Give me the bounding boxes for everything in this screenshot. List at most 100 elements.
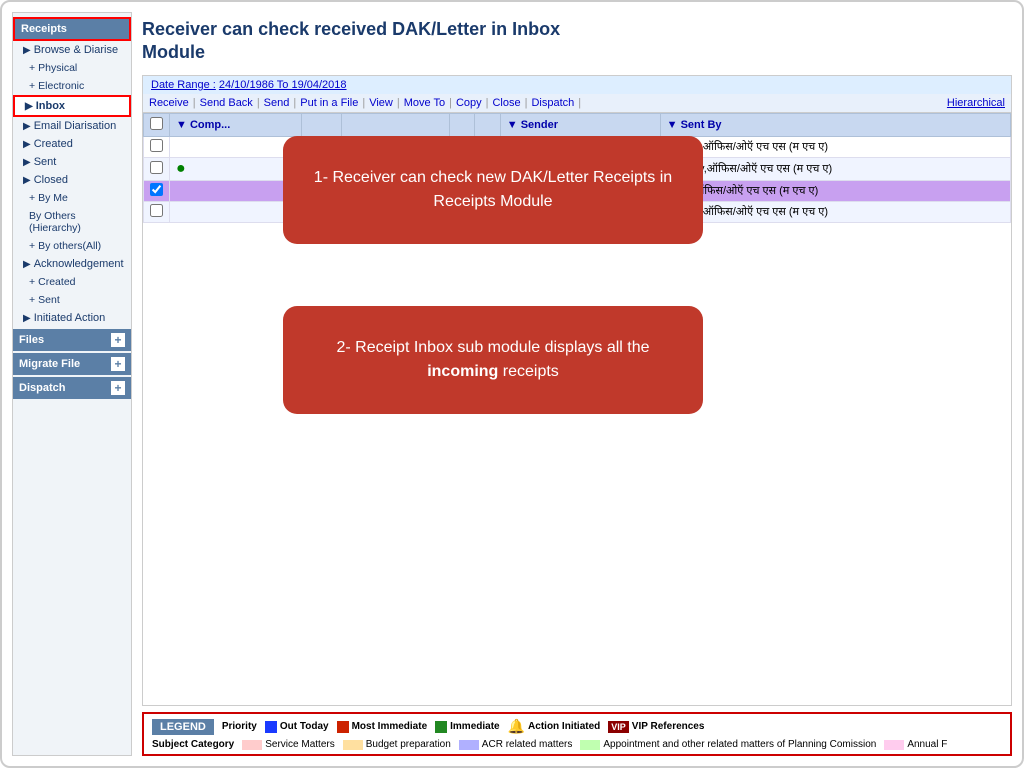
col-check[interactable]: [144, 113, 170, 136]
appointment-label: Appointment and other related matters of…: [603, 739, 876, 750]
inbox-arrow-icon: ▶: [25, 101, 33, 112]
out-today-color: [265, 721, 277, 733]
toolbar: Receive | Send Back | Send | Put in a Fi…: [143, 94, 1011, 113]
toolbar-dispatch[interactable]: Dispatch: [531, 97, 574, 109]
ack-sent-dot-icon: +: [29, 294, 35, 306]
row-sentby: bipin,ऑफिस/ओऍ एच एस (म एच ए): [660, 180, 1010, 201]
tooltip2-text-post: receipts: [503, 363, 559, 380]
row-checkbox[interactable]: [150, 161, 163, 174]
sidebar-dispatch-label: Dispatch: [19, 382, 65, 394]
sidebar-receipts-label: Receipts: [21, 23, 67, 35]
row-checkbox[interactable]: [150, 183, 163, 196]
col-comp[interactable]: ▼ Comp...: [170, 113, 302, 136]
sidebar-email-label: Email Diarisation: [34, 120, 117, 132]
budget-prep-color: [343, 740, 363, 750]
sidebar-item-sent[interactable]: ▶ Sent: [13, 153, 131, 171]
sidebar-item-ack-sent[interactable]: + Sent: [13, 291, 131, 309]
content-area: Receiver can check received DAK/Letter i…: [142, 12, 1012, 756]
electronic-dot-icon: +: [29, 80, 35, 92]
toolbar-putinfile[interactable]: Put in a File: [300, 97, 358, 109]
row-sentby: sanjeev,ऑफिस/ओऍ एच एस (म एच ए): [660, 157, 1010, 180]
col-sender[interactable]: ▼ Sender: [500, 113, 660, 136]
sidebar-dispatch-section[interactable]: Dispatch +: [13, 377, 131, 399]
sidebar: ▶ Receipts ▶ Browse & Diarise + Physical…: [12, 12, 132, 756]
legend-service-matters: Service Matters: [242, 739, 334, 750]
legend-acr-matters: ACR related matters: [459, 739, 573, 750]
sidebar-item-ack-created[interactable]: + Created: [13, 273, 131, 291]
service-matters-label: Service Matters: [265, 739, 334, 750]
out-today-label: Out Today: [280, 721, 329, 732]
row-checkbox[interactable]: [150, 139, 163, 152]
tooltip1-text: 1- Receiver can check new DAK/Letter Rec…: [314, 169, 672, 210]
select-all-checkbox[interactable]: [150, 117, 163, 130]
row-checkbox[interactable]: [150, 204, 163, 217]
legend-appointment: Appointment and other related matters of…: [580, 739, 876, 750]
sidebar-item-physical[interactable]: + Physical: [13, 59, 131, 77]
legend-row-2: Subject Category Service Matters Budget …: [152, 739, 1002, 750]
legend-label: LEGEND: [152, 719, 214, 735]
sidebar-item-browse[interactable]: ▶ Browse & Diarise: [13, 41, 131, 59]
legend-vip: VIP VIP References: [608, 721, 704, 733]
browse-arrow-icon: ▶: [23, 45, 31, 56]
immediate-color: [435, 721, 447, 733]
sidebar-browse-label: Browse & Diarise: [34, 44, 118, 56]
toolbar-hierarchical[interactable]: Hierarchical: [947, 97, 1005, 109]
sidebar-ack-created-label: Created: [38, 276, 75, 288]
sidebar-item-closed[interactable]: ▶ Closed: [13, 171, 131, 189]
toolbar-copy[interactable]: Copy: [456, 97, 482, 109]
date-range-value: 24/10/1986 To 19/04/2018: [219, 79, 347, 91]
tooltip-box-1: 1- Receiver can check new DAK/Letter Rec…: [283, 136, 703, 244]
byothers-label: By Others (Hierarchy): [29, 210, 125, 234]
col-sentby[interactable]: ▼ Sent By: [660, 113, 1010, 136]
most-immediate-color: [337, 721, 349, 733]
sidebar-item-electronic[interactable]: + Electronic: [13, 77, 131, 95]
sent-arrow-icon: ▶: [23, 157, 31, 168]
sidebar-item-email[interactable]: ▶ Email Diarisation: [13, 117, 131, 135]
legend-bar: LEGEND Priority Out Today Most Immediate…: [142, 712, 1012, 756]
row-sentby: bikram,ऑफिस/ओऍ एच एस (म एच ए): [660, 136, 1010, 157]
legend-budget-prep: Budget preparation: [343, 739, 451, 750]
toolbar-receive[interactable]: Receive: [149, 97, 189, 109]
row-comp: [170, 136, 302, 157]
date-range-label: Date Range :: [151, 79, 216, 91]
sidebar-item-created[interactable]: ▶ Created: [13, 135, 131, 153]
acr-matters-label: ACR related matters: [482, 739, 573, 750]
action-initiated-label: Action Initiated: [528, 721, 600, 732]
vip-legend-badge: VIP: [608, 721, 629, 733]
legend-out-today: Out Today: [265, 721, 329, 733]
sidebar-item-acknowledgement[interactable]: ▶ Acknowledgement: [13, 255, 131, 273]
legend-row-1: LEGEND Priority Out Today Most Immediate…: [152, 718, 1002, 735]
initiated-arrow-icon: ▶: [23, 313, 31, 324]
sidebar-files-section[interactable]: Files +: [13, 329, 131, 351]
col-num[interactable]: [341, 113, 449, 136]
sidebar-byothersall-label: By others(All): [38, 240, 101, 252]
ack-created-dot-icon: +: [29, 276, 35, 288]
sidebar-sent-label: Sent: [34, 156, 57, 168]
annual-label: Annual F: [907, 739, 947, 750]
appointment-color: [580, 740, 600, 750]
toolbar-view[interactable]: View: [369, 97, 393, 109]
row-comp: [170, 201, 302, 222]
toolbar-sendback[interactable]: Send Back: [200, 97, 253, 109]
sidebar-receipts-section[interactable]: ▶ Receipts: [13, 17, 131, 41]
sidebar-migrate-section[interactable]: Migrate File +: [13, 353, 131, 375]
legend-priority: Priority: [222, 721, 257, 732]
sidebar-acknowledgement-label: Acknowledgement: [34, 258, 124, 270]
sidebar-item-byothers[interactable]: By Others (Hierarchy): [13, 207, 131, 237]
toolbar-moveto[interactable]: Move To: [404, 97, 445, 109]
dispatch-plus-icon: +: [111, 381, 125, 395]
legend-most-immediate: Most Immediate: [337, 721, 428, 733]
toolbar-close[interactable]: Close: [492, 97, 520, 109]
legend-action-initiated: 🔔 Action Initiated: [508, 718, 601, 735]
migrate-plus-icon: +: [111, 357, 125, 371]
action-icon: 🔔: [508, 718, 525, 735]
sidebar-item-initiated[interactable]: ▶ Initiated Action: [13, 309, 131, 327]
col-type[interactable]: [302, 113, 342, 136]
ack-arrow-icon: ▶: [23, 259, 31, 270]
sidebar-item-inbox[interactable]: ▶ Inbox: [13, 95, 131, 117]
toolbar-send[interactable]: Send: [264, 97, 290, 109]
date-range-bar: Date Range : 24/10/1986 To 19/04/2018: [143, 76, 1011, 94]
sidebar-item-byothersall[interactable]: + By others(All): [13, 237, 131, 255]
tooltip2-text-bold: incoming: [427, 363, 498, 380]
sidebar-item-byme[interactable]: + By Me: [13, 189, 131, 207]
